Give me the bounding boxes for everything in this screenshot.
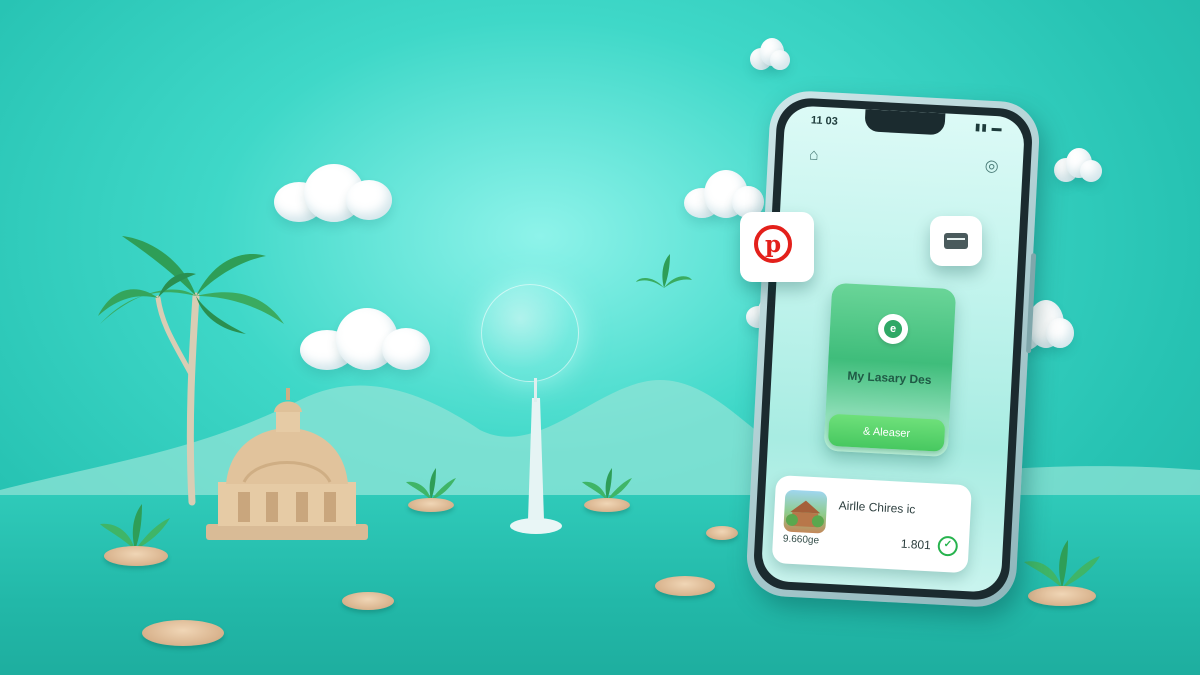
sprout-center-left <box>404 466 458 516</box>
cloud-right-small <box>1054 148 1102 186</box>
domed-building <box>206 388 368 540</box>
list-item-price: 1.801 <box>900 536 932 553</box>
cloud-left-upper <box>274 160 394 224</box>
card-action-button[interactable]: & Aleaser <box>827 413 946 452</box>
pinterest-tile[interactable]: p <box>740 212 814 282</box>
home-icon[interactable]: ⌂ <box>809 146 820 164</box>
sprout-right <box>1022 536 1102 610</box>
status-icons: ▮▮ ▬ <box>974 121 1003 135</box>
sprout-left <box>98 500 172 570</box>
floating-leaf <box>636 254 692 288</box>
sprout-center-right <box>580 466 634 516</box>
featured-card[interactable]: e My Lasary Des & Aleaser <box>823 282 957 457</box>
status-time: 11 03 <box>810 114 839 128</box>
list-item-subtitle: 9.660ge <box>782 533 820 547</box>
wallet-icon <box>944 233 968 249</box>
check-icon[interactable]: ✓ <box>937 535 959 557</box>
smartphone: 11 03 ▮▮ ▬ ⌂ ◎ e My Lasary Des & Aleaser <box>744 89 1042 609</box>
coin-foreground-mid <box>342 592 394 610</box>
coin-foreground-left <box>142 620 224 646</box>
pinterest-icon: p <box>754 225 792 263</box>
card-title: My Lasary Des <box>847 368 932 388</box>
coin-foreground-right <box>655 576 715 596</box>
app-logo-icon: e <box>877 313 909 345</box>
scene: 11 03 ▮▮ ▬ ⌂ ◎ e My Lasary Des & Aleaser <box>0 0 1200 675</box>
antenna-tower <box>510 378 562 534</box>
coin-small <box>706 526 738 540</box>
temple-thumbnail <box>783 489 828 534</box>
ground-plane <box>0 495 1200 675</box>
cloud-top-small <box>750 38 790 74</box>
wallet-tile[interactable] <box>930 216 982 266</box>
glass-orb <box>481 284 579 382</box>
list-item[interactable]: Airlle Chires ic 9.660ge 1.801 ✓ <box>771 475 972 574</box>
phone-screen: 11 03 ▮▮ ▬ ⌂ ◎ e My Lasary Des & Aleaser <box>760 105 1026 593</box>
phone-notch <box>864 109 946 136</box>
cloud-left-lower <box>300 306 432 372</box>
list-item-title: Airlle Chires ic <box>838 498 916 517</box>
profile-icon[interactable]: ◎ <box>984 156 999 177</box>
